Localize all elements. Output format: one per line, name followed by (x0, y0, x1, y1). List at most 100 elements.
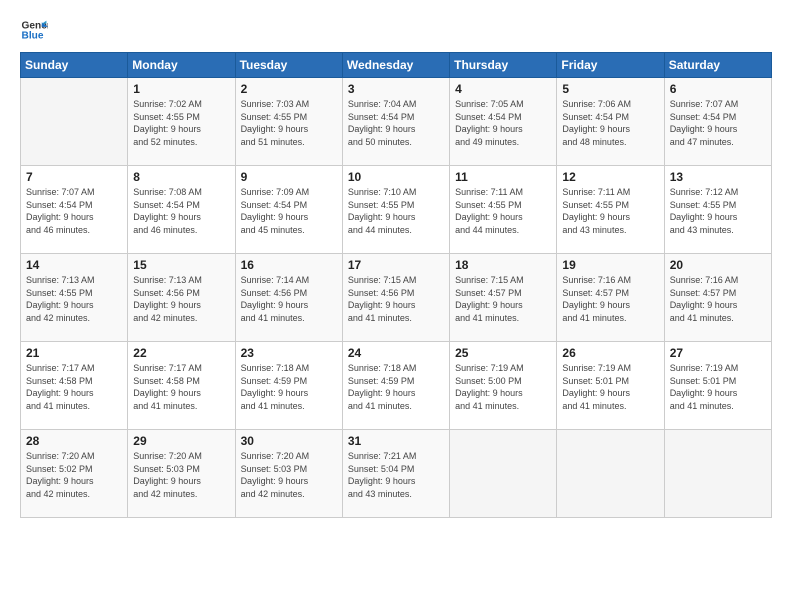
day-info: Sunrise: 7:04 AM Sunset: 4:54 PM Dayligh… (348, 98, 444, 148)
day-number: 1 (133, 82, 229, 96)
day-number: 31 (348, 434, 444, 448)
logo: General Blue (20, 16, 50, 44)
day-info: Sunrise: 7:09 AM Sunset: 4:54 PM Dayligh… (241, 186, 337, 236)
day-number: 25 (455, 346, 551, 360)
calendar-week-5: 28 Sunrise: 7:20 AM Sunset: 5:02 PM Dayli… (21, 430, 772, 518)
calendar-cell: 28 Sunrise: 7:20 AM Sunset: 5:02 PM Dayli… (21, 430, 128, 518)
day-info: Sunrise: 7:05 AM Sunset: 4:54 PM Dayligh… (455, 98, 551, 148)
day-info: Sunrise: 7:17 AM Sunset: 4:58 PM Dayligh… (133, 362, 229, 412)
day-number: 8 (133, 170, 229, 184)
calendar-cell: 11 Sunrise: 7:11 AM Sunset: 4:55 PM Dayli… (450, 166, 557, 254)
day-info: Sunrise: 7:07 AM Sunset: 4:54 PM Dayligh… (26, 186, 122, 236)
day-number: 6 (670, 82, 766, 96)
header-day-friday: Friday (557, 53, 664, 78)
logo-icon: General Blue (20, 16, 48, 44)
calendar-cell: 9 Sunrise: 7:09 AM Sunset: 4:54 PM Daylig… (235, 166, 342, 254)
day-number: 18 (455, 258, 551, 272)
calendar-week-4: 21 Sunrise: 7:17 AM Sunset: 4:58 PM Dayli… (21, 342, 772, 430)
calendar-cell (664, 430, 771, 518)
calendar-cell: 25 Sunrise: 7:19 AM Sunset: 5:00 PM Dayli… (450, 342, 557, 430)
day-number: 23 (241, 346, 337, 360)
calendar-week-3: 14Sunrise: 7:13 AM Sunset: 4:55 PM Dayli… (21, 254, 772, 342)
day-info: Sunrise: 7:08 AM Sunset: 4:54 PM Dayligh… (133, 186, 229, 236)
calendar-cell: 4 Sunrise: 7:05 AM Sunset: 4:54 PM Daylig… (450, 78, 557, 166)
calendar-cell: 5Sunrise: 7:06 AM Sunset: 4:54 PM Daylig… (557, 78, 664, 166)
calendar-table: SundayMondayTuesdayWednesdayThursdayFrid… (20, 52, 772, 518)
day-info: Sunrise: 7:12 AM Sunset: 4:55 PM Dayligh… (670, 186, 766, 236)
day-number: 11 (455, 170, 551, 184)
day-number: 12 (562, 170, 658, 184)
day-info: Sunrise: 7:10 AM Sunset: 4:55 PM Dayligh… (348, 186, 444, 236)
header-day-monday: Monday (128, 53, 235, 78)
day-info: Sunrise: 7:21 AM Sunset: 5:04 PM Dayligh… (348, 450, 444, 500)
page: General Blue SundayMondayTuesdayWednesda… (0, 0, 792, 612)
day-number: 22 (133, 346, 229, 360)
day-info: Sunrise: 7:15 AM Sunset: 4:57 PM Dayligh… (455, 274, 551, 324)
header-day-sunday: Sunday (21, 53, 128, 78)
calendar-cell: 2Sunrise: 7:03 AM Sunset: 4:55 PM Daylig… (235, 78, 342, 166)
day-info: Sunrise: 7:03 AM Sunset: 4:55 PM Dayligh… (241, 98, 337, 148)
calendar-cell: 3 Sunrise: 7:04 AM Sunset: 4:54 PM Daylig… (342, 78, 449, 166)
day-number: 17 (348, 258, 444, 272)
calendar-cell: 26Sunrise: 7:19 AM Sunset: 5:01 PM Dayli… (557, 342, 664, 430)
header-day-thursday: Thursday (450, 53, 557, 78)
calendar-cell: 22 Sunrise: 7:17 AM Sunset: 4:58 PM Dayli… (128, 342, 235, 430)
day-info: Sunrise: 7:11 AM Sunset: 4:55 PM Dayligh… (455, 186, 551, 236)
day-number: 10 (348, 170, 444, 184)
header-day-tuesday: Tuesday (235, 53, 342, 78)
calendar-cell: 1 Sunrise: 7:02 AM Sunset: 4:55 PM Daylig… (128, 78, 235, 166)
calendar-week-2: 7Sunrise: 7:07 AM Sunset: 4:54 PM Daylig… (21, 166, 772, 254)
header: General Blue (20, 16, 772, 44)
day-number: 3 (348, 82, 444, 96)
calendar-cell: 12 Sunrise: 7:11 AM Sunset: 4:55 PM Dayli… (557, 166, 664, 254)
day-info: Sunrise: 7:16 AM Sunset: 4:57 PM Dayligh… (670, 274, 766, 324)
calendar-cell: 16 Sunrise: 7:14 AM Sunset: 4:56 PM Dayli… (235, 254, 342, 342)
day-info: Sunrise: 7:14 AM Sunset: 4:56 PM Dayligh… (241, 274, 337, 324)
day-number: 16 (241, 258, 337, 272)
calendar-cell: 19 Sunrise: 7:16 AM Sunset: 4:57 PM Dayli… (557, 254, 664, 342)
day-number: 9 (241, 170, 337, 184)
calendar-cell: 29Sunrise: 7:20 AM Sunset: 5:03 PM Dayli… (128, 430, 235, 518)
day-number: 19 (562, 258, 658, 272)
day-info: Sunrise: 7:07 AM Sunset: 4:54 PM Dayligh… (670, 98, 766, 148)
day-number: 13 (670, 170, 766, 184)
calendar-cell: 15 Sunrise: 7:13 AM Sunset: 4:56 PM Dayli… (128, 254, 235, 342)
calendar-cell: 20 Sunrise: 7:16 AM Sunset: 4:57 PM Dayli… (664, 254, 771, 342)
calendar-cell: 13 Sunrise: 7:12 AM Sunset: 4:55 PM Dayli… (664, 166, 771, 254)
day-number: 15 (133, 258, 229, 272)
calendar-header-row: SundayMondayTuesdayWednesdayThursdayFrid… (21, 53, 772, 78)
calendar-cell: 10 Sunrise: 7:10 AM Sunset: 4:55 PM Dayli… (342, 166, 449, 254)
calendar-cell: 18 Sunrise: 7:15 AM Sunset: 4:57 PM Dayli… (450, 254, 557, 342)
day-number: 21 (26, 346, 122, 360)
calendar-cell (450, 430, 557, 518)
day-number: 26 (562, 346, 658, 360)
day-info: Sunrise: 7:11 AM Sunset: 4:55 PM Dayligh… (562, 186, 658, 236)
calendar-cell (21, 78, 128, 166)
calendar-cell: 24 Sunrise: 7:18 AM Sunset: 4:59 PM Dayli… (342, 342, 449, 430)
day-info: Sunrise: 7:16 AM Sunset: 4:57 PM Dayligh… (562, 274, 658, 324)
day-info: Sunrise: 7:18 AM Sunset: 4:59 PM Dayligh… (348, 362, 444, 412)
calendar-cell: 21Sunrise: 7:17 AM Sunset: 4:58 PM Dayli… (21, 342, 128, 430)
calendar-cell: 23 Sunrise: 7:18 AM Sunset: 4:59 PM Dayli… (235, 342, 342, 430)
day-info: Sunrise: 7:18 AM Sunset: 4:59 PM Dayligh… (241, 362, 337, 412)
day-info: Sunrise: 7:20 AM Sunset: 5:02 PM Dayligh… (26, 450, 122, 500)
day-number: 27 (670, 346, 766, 360)
day-info: Sunrise: 7:13 AM Sunset: 4:55 PM Dayligh… (26, 274, 122, 324)
day-number: 5 (562, 82, 658, 96)
day-number: 20 (670, 258, 766, 272)
day-number: 30 (241, 434, 337, 448)
calendar-cell: 6 Sunrise: 7:07 AM Sunset: 4:54 PM Daylig… (664, 78, 771, 166)
calendar-week-1: 1 Sunrise: 7:02 AM Sunset: 4:55 PM Daylig… (21, 78, 772, 166)
day-info: Sunrise: 7:19 AM Sunset: 5:01 PM Dayligh… (670, 362, 766, 412)
day-number: 24 (348, 346, 444, 360)
calendar-cell (557, 430, 664, 518)
calendar-cell: 14Sunrise: 7:13 AM Sunset: 4:55 PM Dayli… (21, 254, 128, 342)
day-info: Sunrise: 7:13 AM Sunset: 4:56 PM Dayligh… (133, 274, 229, 324)
day-number: 28 (26, 434, 122, 448)
calendar-cell: 17Sunrise: 7:15 AM Sunset: 4:56 PM Dayli… (342, 254, 449, 342)
calendar-cell: 8 Sunrise: 7:08 AM Sunset: 4:54 PM Daylig… (128, 166, 235, 254)
header-day-saturday: Saturday (664, 53, 771, 78)
day-info: Sunrise: 7:02 AM Sunset: 4:55 PM Dayligh… (133, 98, 229, 148)
day-number: 4 (455, 82, 551, 96)
day-info: Sunrise: 7:19 AM Sunset: 5:00 PM Dayligh… (455, 362, 551, 412)
